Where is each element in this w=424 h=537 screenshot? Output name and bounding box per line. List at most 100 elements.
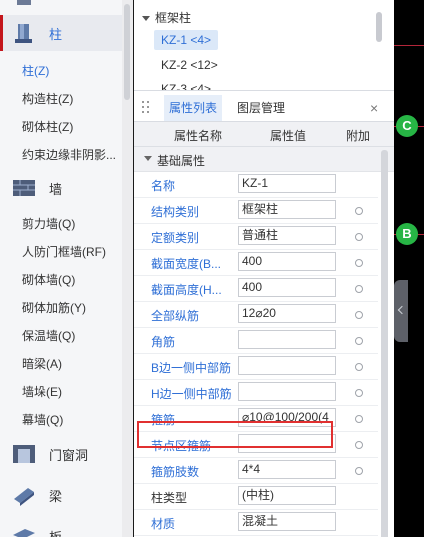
nav-item-masonry-wall[interactable]: 砌体墙(Q) bbox=[0, 266, 122, 294]
nav-item-boundary-element[interactable]: 约束边缘非阴影... bbox=[0, 141, 122, 169]
property-name: 定额类别 bbox=[151, 231, 200, 245]
tab-layer-management[interactable]: 图层管理 bbox=[232, 95, 290, 121]
property-value-input[interactable]: (中柱) bbox=[238, 486, 336, 505]
property-value-input[interactable]: 400 bbox=[238, 278, 336, 297]
property-name: H边一侧中部筋 bbox=[151, 387, 232, 401]
property-name: 截面宽度(B... bbox=[151, 257, 222, 271]
nav-category-beam[interactable]: 梁 bbox=[0, 477, 122, 513]
door-window-icon bbox=[13, 445, 35, 463]
nav-item-column[interactable]: 柱(Z) bbox=[0, 57, 122, 85]
column-header-value: 属性值 bbox=[270, 129, 307, 143]
column-header-extra: 附加 bbox=[346, 129, 371, 143]
property-row[interactable]: 角筋 bbox=[134, 328, 378, 354]
tree-scrollbar-thumb[interactable] bbox=[376, 12, 382, 42]
nav-scrollbar-thumb[interactable] bbox=[124, 4, 130, 100]
component-tree: 框架柱 KZ-1 <4> KZ-2 <12> KZ-3 <4> bbox=[134, 0, 394, 91]
component-nav: 柱 柱(Z) 构造柱(Z) 砌体柱(Z) 约束边缘非阴影... 墙 剪力墙(Q)… bbox=[0, 0, 133, 537]
property-panel: 框架柱 KZ-1 <4> KZ-2 <12> KZ-3 <4> 属性列表 图层管… bbox=[134, 0, 394, 537]
extra-checkbox[interactable] bbox=[355, 285, 363, 293]
nav-category-column[interactable]: 柱 bbox=[0, 15, 122, 51]
tab-property-list[interactable]: 属性列表 bbox=[164, 95, 223, 121]
panel-tabs: 属性列表 图层管理 × bbox=[134, 95, 394, 122]
property-value-input[interactable]: 框架柱 bbox=[238, 200, 336, 219]
nav-item-curtain-wall[interactable]: 幕墙(Q) bbox=[0, 406, 122, 434]
property-row[interactable]: B边一侧中部筋 bbox=[134, 354, 378, 380]
property-group-basic[interactable]: 基础属性 bbox=[134, 147, 394, 172]
property-name: 全部纵筋 bbox=[151, 309, 200, 323]
nav-category-wall[interactable]: 墙 bbox=[0, 170, 122, 206]
property-value-input[interactable]: 混凝土 bbox=[238, 512, 336, 531]
extra-checkbox[interactable] bbox=[355, 363, 363, 371]
caret-down-icon[interactable] bbox=[144, 156, 152, 161]
drag-handle-icon[interactable] bbox=[142, 101, 150, 115]
extra-checkbox[interactable] bbox=[355, 259, 363, 267]
property-row[interactable]: 定额类别 普通柱 bbox=[134, 224, 378, 250]
property-value-input[interactable]: KZ-1 bbox=[238, 174, 336, 193]
axis-label-b[interactable]: B bbox=[396, 223, 418, 245]
nav-category-label: 柱 bbox=[49, 26, 63, 42]
tree-node-kz2[interactable]: KZ-2 <12> bbox=[154, 55, 225, 75]
property-value-input[interactable]: 4*4 bbox=[238, 460, 336, 479]
property-grid-scrollbar[interactable] bbox=[381, 150, 388, 537]
property-name: 材质 bbox=[151, 517, 176, 531]
property-row[interactable]: 材质 混凝土 bbox=[134, 510, 378, 536]
extra-checkbox[interactable] bbox=[355, 415, 363, 423]
property-row[interactable]: 柱类型 (中柱) bbox=[134, 484, 378, 510]
cube-icon bbox=[17, 0, 31, 5]
property-value-input[interactable]: 普通柱 bbox=[238, 226, 336, 245]
column-header-name: 属性名称 bbox=[174, 129, 223, 143]
property-value-input[interactable]: 12⌀20 bbox=[238, 304, 336, 323]
extra-checkbox[interactable] bbox=[355, 233, 363, 241]
nav-category-label: 梁 bbox=[49, 488, 63, 504]
extra-checkbox[interactable] bbox=[355, 311, 363, 319]
tree-node-kz3[interactable]: KZ-3 <4> bbox=[154, 79, 218, 90]
property-row[interactable]: 箍筋肢数 4*4 bbox=[134, 458, 378, 484]
nav-category-slab[interactable]: 板 bbox=[0, 518, 122, 537]
property-name: 截面高度(H... bbox=[151, 283, 222, 297]
nav-scrollbar[interactable] bbox=[122, 0, 133, 537]
nav-category-label: 板 bbox=[49, 529, 63, 537]
close-icon[interactable]: × bbox=[370, 99, 378, 117]
nav-item-masonry-column[interactable]: 砌体柱(Z) bbox=[0, 113, 122, 141]
nav-item-insulation-wall[interactable]: 保温墙(Q) bbox=[0, 322, 122, 350]
property-name: 角筋 bbox=[151, 335, 176, 349]
nav-item-shear-wall[interactable]: 剪力墙(Q) bbox=[0, 210, 122, 238]
axis-label-c[interactable]: C bbox=[396, 115, 418, 137]
property-grid: 属性名称 属性值 附加 基础属性 名称 KZ-1 结构类别 框架柱定额类别 普通柱截面宽… bbox=[134, 122, 394, 537]
property-value-input[interactable] bbox=[238, 356, 336, 375]
nav-category-previous[interactable] bbox=[0, 0, 122, 16]
property-row[interactable]: 截面宽度(B... 400 bbox=[134, 250, 378, 276]
drawing-canvas[interactable]: C B bbox=[394, 0, 424, 537]
highlight-box bbox=[137, 421, 333, 448]
property-value-input[interactable] bbox=[238, 382, 336, 401]
property-row[interactable]: 全部纵筋 12⌀20 bbox=[134, 302, 378, 328]
property-row[interactable]: 结构类别 框架柱 bbox=[134, 198, 378, 224]
extra-checkbox[interactable] bbox=[355, 207, 363, 215]
nav-item-civil-defense-wall[interactable]: 人防门框墙(RF) bbox=[0, 238, 122, 266]
extra-checkbox[interactable] bbox=[355, 337, 363, 345]
property-name: 箍筋肢数 bbox=[151, 465, 200, 479]
nav-item-hidden-beam[interactable]: 暗梁(A) bbox=[0, 350, 122, 378]
property-row[interactable]: 截面高度(H... 400 bbox=[134, 276, 378, 302]
property-value-input[interactable]: 400 bbox=[238, 252, 336, 271]
property-value-input[interactable] bbox=[238, 330, 336, 349]
slab-icon bbox=[13, 529, 35, 537]
property-name: 名称 bbox=[151, 179, 176, 193]
collapse-handle[interactable] bbox=[394, 280, 408, 342]
tree-node-kz1[interactable]: KZ-1 <4> bbox=[154, 30, 219, 50]
nav-item-masonry-reinforcement[interactable]: 砌体加筋(Y) bbox=[0, 294, 122, 322]
nav-item-wall-pier[interactable]: 墙垛(E) bbox=[0, 378, 122, 406]
nav-item-constructional-column[interactable]: 构造柱(Z) bbox=[0, 85, 122, 113]
property-name: B边一侧中部筋 bbox=[151, 361, 232, 375]
caret-down-icon[interactable] bbox=[142, 16, 150, 22]
extra-checkbox[interactable] bbox=[355, 441, 363, 449]
property-name: 柱类型 bbox=[151, 491, 188, 505]
property-grid-header: 属性名称 属性值 附加 bbox=[134, 122, 394, 147]
tree-root-frame-column[interactable]: 框架柱 bbox=[142, 9, 191, 26]
extra-checkbox[interactable] bbox=[355, 389, 363, 397]
nav-category-door-window[interactable]: 门窗洞 bbox=[0, 436, 122, 472]
property-row[interactable]: 名称 KZ-1 bbox=[134, 172, 378, 198]
extra-checkbox[interactable] bbox=[355, 467, 363, 475]
grid-axis-line bbox=[394, 45, 424, 46]
property-row[interactable]: H边一侧中部筋 bbox=[134, 380, 378, 406]
